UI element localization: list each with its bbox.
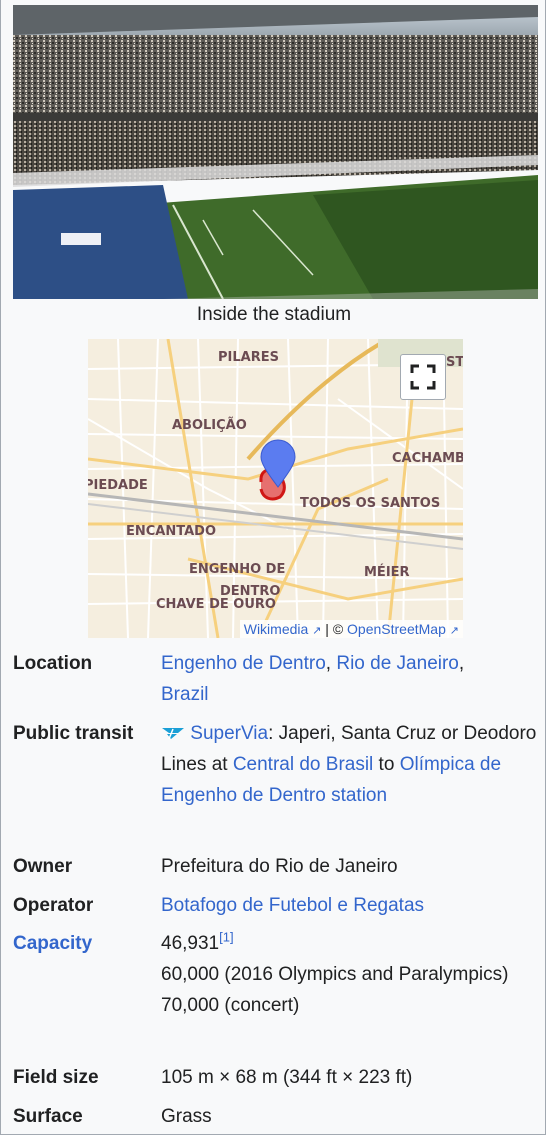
row-operator: Operator Botafogo de Futebol e Regatas xyxy=(13,890,543,921)
openstreetmap-link[interactable]: OpenStreetMap xyxy=(347,621,446,637)
map-label-todos-os-santos: TODOS OS SANTOS xyxy=(300,496,440,511)
link-capacity[interactable]: Capacity xyxy=(13,928,92,959)
map-label-cachambi: CACHAMB xyxy=(392,451,463,466)
public-transit-value: SuperVia: Japeri, Santa Cruz or Deodoro … xyxy=(161,718,543,811)
link-rio-de-janeiro[interactable]: Rio de Janeiro xyxy=(336,653,459,674)
location-sep-2: , xyxy=(458,653,465,674)
map-label-st: ST xyxy=(446,355,463,370)
operator-label: Operator xyxy=(13,895,94,916)
capacity-olympics: 60,000 (2016 Olympics and Paralympics) xyxy=(161,964,509,985)
capacity-value: 46,931[1] 60,000 (2016 Olympics and Para… xyxy=(161,928,543,1021)
field-size-label: Field size xyxy=(13,1067,99,1088)
map-attribution: Wikimedia ↗ | © OpenStreetMap ↗ xyxy=(239,620,463,638)
row-owner: Owner Prefeitura do Rio de Janeiro xyxy=(13,851,543,882)
owner-value: Prefeitura do Rio de Janeiro xyxy=(161,856,398,877)
fullscreen-icon xyxy=(410,364,436,390)
owner-label: Owner xyxy=(13,856,73,877)
map-label-chave-de-ouro: CHAVE DE OURO xyxy=(156,597,276,612)
infobox: Inside the stadium PILARES ABOLIÇÃO CACH… xyxy=(0,0,546,1135)
stadium-photo[interactable] xyxy=(13,5,538,299)
transit-text-2: to xyxy=(373,754,400,775)
row-field-size: Field size 105 m × 68 m (344 ft × 223 ft… xyxy=(13,1062,543,1093)
map-label-pilares: PILARES xyxy=(218,350,279,365)
link-engenho-de-dentro[interactable]: Engenho de Dentro xyxy=(161,653,326,674)
external-link-icon: ↗ xyxy=(449,625,459,637)
location-sep-1: , xyxy=(325,653,337,674)
map-label-engenho-de: ENGENHO DE xyxy=(189,562,285,577)
capacity-concert: 70,000 (concert) xyxy=(161,995,300,1016)
map-label-abolicao: ABOLIÇÃO xyxy=(172,417,247,433)
link-supervia[interactable]: SuperVia xyxy=(190,723,268,744)
location-label: Location xyxy=(13,653,93,674)
field-size-value: 105 m × 68 m (344 ft × 223 ft) xyxy=(161,1067,413,1088)
row-surface: Surface Grass xyxy=(13,1101,543,1132)
row-location: Location Engenho de Dentro, Rio de Janei… xyxy=(13,648,543,710)
row-capacity: Capacity 46,931[1] 60,000 (2016 Olympics… xyxy=(13,928,543,1052)
map-label-meier: MÉIER xyxy=(364,564,410,580)
link-brazil[interactable]: Brazil xyxy=(161,684,209,705)
map-label-encantado: ENCANTADO xyxy=(126,524,216,539)
public-transit-label: Public transit xyxy=(13,723,134,744)
row-public-transit: Public transit SuperVia: Japeri, Santa C… xyxy=(13,718,543,842)
surface-label: Surface xyxy=(13,1106,83,1127)
link-botafogo[interactable]: Botafogo de Futebol e Regatas xyxy=(161,895,424,916)
reference-1-link[interactable]: [1] xyxy=(219,930,233,945)
location-value: Engenho de Dentro, Rio de Janeiro, Brazi… xyxy=(161,648,543,710)
link-central-do-brasil[interactable]: Central do Brasil xyxy=(233,754,373,775)
fullscreen-button[interactable] xyxy=(400,354,446,400)
capacity-primary: 46,931 xyxy=(161,933,220,954)
surface-value: Grass xyxy=(161,1106,212,1127)
attribution-separator: | © xyxy=(321,621,348,637)
supervia-logo-icon xyxy=(162,728,184,740)
wikimedia-link[interactable]: Wikimedia xyxy=(244,621,309,637)
photo-caption: Inside the stadium xyxy=(196,304,352,325)
map-label-piedade: PIEDADE xyxy=(88,478,148,493)
